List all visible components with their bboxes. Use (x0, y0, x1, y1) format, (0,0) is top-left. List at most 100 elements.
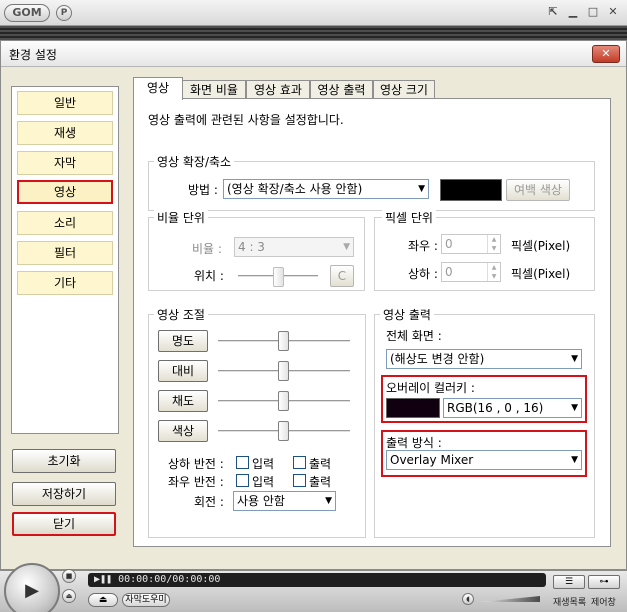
maximize-icon[interactable]: □ (585, 4, 601, 20)
chevron-down-icon: ▼ (571, 354, 578, 364)
open-icon[interactable]: ⏏ (62, 589, 76, 603)
control-panel-icon[interactable]: ⊶ (588, 575, 620, 589)
output-group-title: 영상 출력 (380, 306, 434, 323)
method-select[interactable]: (영상 확장/축소 사용 안함) ▼ (223, 179, 429, 199)
minimize-icon[interactable]: ▁ (565, 4, 581, 20)
brightness-slider-thumb[interactable] (278, 331, 289, 351)
overlay-colorkey-select[interactable]: RGB(16 , 0 , 16) ▼ (443, 398, 582, 418)
flip-vertical-input-label: 입력 (252, 457, 275, 471)
output-mode-select[interactable]: Overlay Mixer ▼ (386, 450, 582, 470)
flip-horizontal-output-checkbox[interactable] (293, 474, 306, 487)
flip-vertical-label: 상하 반전 : (168, 457, 224, 471)
play-icon: ▶ (25, 580, 39, 601)
category-playback[interactable]: 재생 (17, 121, 113, 145)
tab-video-size[interactable]: 영상 크기 (373, 80, 435, 99)
settings-dialog: 환경 설정 ✕ 일반 재생 자막 영상 소리 필터 기타 초기화 저장하기 닫기… (0, 40, 627, 570)
category-audio[interactable]: 소리 (17, 211, 113, 235)
contrast-slider-thumb[interactable] (278, 361, 289, 381)
margin-color-swatch[interactable] (440, 179, 502, 201)
spinner-arrows-icon[interactable]: ▲ ▼ (487, 263, 500, 281)
lr-spinner[interactable]: 0 ▲ ▼ (441, 234, 501, 254)
method-select-value: (영상 확장/축소 사용 안함) (227, 182, 363, 196)
flip-horizontal-output-label: 출력 (309, 475, 332, 489)
saturation-slider-thumb[interactable] (278, 391, 289, 411)
flip-horizontal-input-label: 입력 (252, 475, 275, 489)
mute-icon[interactable]: ◖ (462, 593, 474, 605)
pixel-group-title: 픽셀 단위 (382, 209, 436, 226)
overlay-colorkey-label: 오버레이 컬러키 : (386, 381, 475, 395)
tab-video-output[interactable]: 영상 출력 (310, 80, 373, 99)
lr-unit: 픽셀(Pixel) (511, 239, 571, 253)
output-mode-value: Overlay Mixer (390, 453, 474, 467)
rotate-select[interactable]: 사용 안함 ▼ (233, 491, 336, 511)
margin-color-button[interactable]: 여백 색상 (506, 179, 570, 201)
ratio-select[interactable]: 4 : 3 ▼ (234, 237, 354, 257)
flip-vertical-output-checkbox[interactable] (293, 456, 306, 469)
eject-icon: ⏏ (98, 595, 108, 605)
dialog-close-icon[interactable]: ✕ (592, 45, 620, 63)
scale-group-title: 영상 확장/축소 (154, 153, 235, 170)
flip-vertical-input-checkbox[interactable] (236, 456, 249, 469)
playlist-icon[interactable]: ☰ (553, 575, 585, 589)
playlist-label: 재생목록 (553, 598, 587, 608)
tab-video-effect[interactable]: 영상 효과 (246, 80, 310, 99)
brightness-button[interactable]: 명도 (158, 330, 208, 352)
lr-value: 0 (445, 237, 453, 251)
gom-logo[interactable]: GOM (4, 4, 50, 22)
overlay-color-swatch[interactable] (386, 398, 440, 418)
method-label: 방법 : (188, 183, 218, 197)
category-subtitle[interactable]: 자막 (17, 151, 113, 175)
app-titlebar: GOM P ⇱ ▁ □ ✕ (0, 0, 627, 26)
eject-button[interactable]: ⏏ (88, 593, 118, 607)
chevron-down-icon: ▼ (418, 184, 425, 194)
video-area-stripes (0, 26, 627, 40)
category-list: 일반 재생 자막 영상 소리 필터 기타 (11, 86, 119, 434)
chevron-down-icon: ▼ (571, 455, 578, 465)
fullscreen-select-value: (해상도 변경 안함) (390, 352, 485, 366)
p-badge-button[interactable]: P (56, 5, 72, 21)
restore-icon[interactable]: ⇱ (545, 4, 561, 20)
flip-vertical-output-label: 출력 (309, 457, 332, 471)
flip-horizontal-input-checkbox[interactable] (236, 474, 249, 487)
output-group (374, 314, 595, 538)
fullscreen-label: 전체 화면 : (386, 329, 442, 343)
lr-label: 좌우 : (408, 239, 438, 253)
center-button[interactable]: C (330, 265, 354, 287)
save-button[interactable]: 저장하기 (12, 482, 116, 506)
rotate-label: 회전 : (194, 495, 224, 509)
chevron-down-icon: ▼ (325, 496, 332, 506)
flip-horizontal-label: 좌우 반전 : (168, 475, 224, 489)
ratio-group-title: 비율 단위 (154, 209, 208, 226)
hue-slider-thumb[interactable] (278, 421, 289, 441)
time-display: ▶❚❚ 00:00:00/00:00:00 (88, 573, 546, 587)
close-icon[interactable]: ✕ (605, 4, 621, 20)
saturation-button[interactable]: 채도 (158, 390, 208, 412)
output-mode-label: 출력 방식 : (386, 436, 442, 450)
category-video[interactable]: 영상 (17, 180, 113, 204)
video-settings-panel: 영상 출력에 관련된 사항을 설정합니다. 영상 확장/축소 방법 : (영상 … (133, 98, 611, 547)
stop-icon[interactable]: ■ (62, 569, 76, 583)
reset-button[interactable]: 초기화 (12, 449, 116, 473)
player-controls: ▶ ■ ⏏ ▶❚❚ 00:00:00/00:00:00 ⏏ 자막도우미 ◖ ☰ … (0, 563, 627, 612)
contrast-button[interactable]: 대비 (158, 360, 208, 382)
close-button[interactable]: 닫기 (12, 512, 116, 536)
fullscreen-select[interactable]: (해상도 변경 안함) ▼ (386, 349, 582, 369)
hue-button[interactable]: 색상 (158, 420, 208, 442)
spinner-arrows-icon[interactable]: ▲ ▼ (487, 235, 500, 253)
panel-description: 영상 출력에 관련된 사항을 설정합니다. (148, 113, 344, 127)
ud-value: 0 (445, 265, 453, 279)
category-etc[interactable]: 기타 (17, 271, 113, 295)
play-button[interactable]: ▶ (4, 563, 60, 612)
category-filter[interactable]: 필터 (17, 241, 113, 265)
category-general[interactable]: 일반 (17, 91, 113, 115)
volume-slider[interactable] (480, 596, 540, 602)
tab-video[interactable]: 영상 (133, 77, 183, 100)
ratio-select-value: 4 : 3 (238, 240, 265, 254)
position-slider-thumb[interactable] (273, 267, 284, 287)
chevron-down-icon: ▼ (571, 403, 578, 413)
ud-unit: 픽셀(Pixel) (511, 267, 571, 281)
subtitle-helper-button[interactable]: 자막도우미 (122, 593, 170, 607)
ratio-label: 비율 : (192, 242, 222, 256)
tab-aspect-ratio[interactable]: 화면 비율 (182, 80, 246, 99)
ud-spinner[interactable]: 0 ▲ ▼ (441, 262, 501, 282)
